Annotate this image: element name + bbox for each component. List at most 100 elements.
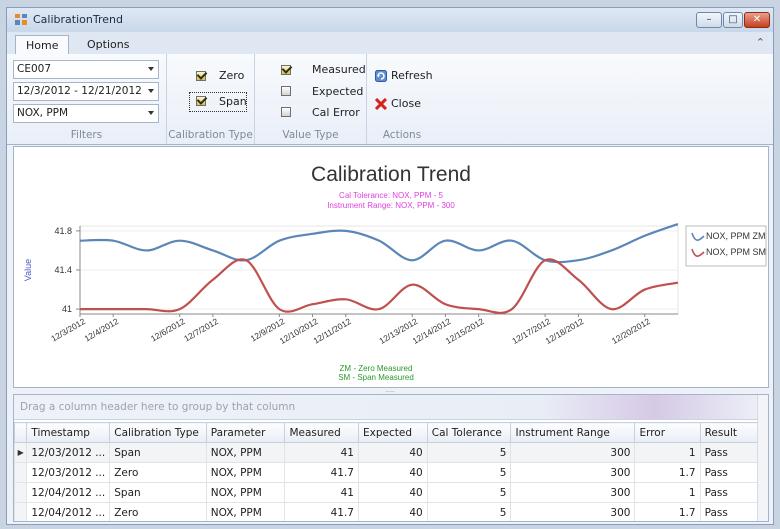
tab-home[interactable]: Home	[15, 35, 70, 54]
value-type-group: Measured Expected Cal Error Value Type	[255, 54, 367, 144]
close-x-icon	[375, 98, 387, 110]
table-cell: NOX, PPM	[205, 482, 286, 503]
table-cell: 5	[426, 462, 512, 483]
chart-title: Calibration Trend	[311, 163, 471, 186]
refresh-label: Refresh	[391, 69, 433, 82]
table-row[interactable]: 12/03/2012 ... Zero NOX, PPM 41.7 40 5 300 1.7 P…	[14, 462, 768, 483]
y-tick-label: 41	[62, 304, 72, 314]
close-window-button[interactable]: ✕	[744, 12, 770, 28]
cal-error-label: Cal Error	[312, 106, 360, 119]
date-range-combo[interactable]: 12/3/2012 - 12/21/2012	[13, 82, 159, 101]
close-button[interactable]: Close	[373, 96, 433, 112]
x-tick-label: 12/6/2012	[149, 316, 187, 344]
table-cell: 40	[358, 482, 428, 503]
measured-checkbox[interactable]	[281, 65, 291, 75]
column-header-cal-tolerance[interactable]: Cal Tolerance	[426, 422, 512, 443]
x-tick-label: 12/11/2012	[311, 316, 353, 346]
table-cell: 40	[358, 502, 428, 521]
chart-footnote: ZM - Zero Measured	[340, 364, 413, 373]
column-header-measured[interactable]: Measured	[284, 422, 359, 443]
grid-table: Timestamp Calibration Type Parameter Measur…	[14, 422, 768, 521]
filters-caption: Filters	[70, 129, 103, 141]
expected-label: Expected	[312, 85, 364, 98]
filters-group: CE007 12/3/2012 - 12/21/2012 NOX, PPM Fi…	[7, 54, 167, 144]
x-tick-label: 12/15/2012	[444, 316, 486, 346]
x-tick-label: 12/4/2012	[82, 316, 120, 344]
table-cell: 12/03/2012 ...	[26, 462, 111, 483]
calibration-type-caption: Calibration Type	[168, 129, 253, 141]
row-indicator-header	[14, 422, 28, 443]
table-cell: 1.7	[634, 462, 701, 483]
date-range-value: 12/3/2012 - 12/21/2012	[17, 85, 142, 97]
zero-label: Zero	[219, 69, 245, 82]
x-tick-label: 12/7/2012	[182, 316, 220, 344]
table-cell: 12/04/2012 ...	[26, 482, 111, 503]
chart-footnote: SM - Span Measured	[338, 373, 414, 382]
ribbon-tabs: Home Options ⌃	[7, 32, 773, 54]
table-cell: 300	[510, 442, 636, 463]
calibration-grid: Drag a column header here to group by th…	[13, 394, 769, 522]
table-row[interactable]: ▶ 12/03/2012 ... Span NOX, PPM 41 40 5 300 1 Pass	[14, 442, 768, 463]
row-indicator[interactable]	[14, 502, 28, 521]
row-indicator[interactable]	[14, 462, 28, 483]
column-header-error[interactable]: Error	[634, 422, 701, 443]
table-cell: 40	[358, 442, 428, 463]
row-indicator[interactable]: ▶	[14, 442, 28, 463]
table-cell: 300	[510, 482, 636, 503]
chart-subtitle: Instrument Range: NOX, PPM - 300	[327, 201, 455, 210]
table-cell: 41.7	[284, 502, 359, 521]
chart-svg: Calibration Trend Cal Tolerance: NOX, PPM…	[23, 163, 767, 382]
window-title: CalibrationTrend	[33, 13, 123, 26]
refresh-button[interactable]: Refresh	[373, 68, 433, 84]
table-cell: 40	[358, 462, 428, 483]
span-checkbox[interactable]	[196, 96, 206, 106]
x-tick-label: 12/3/2012	[49, 316, 87, 344]
unit-combo[interactable]: CE007	[13, 60, 159, 79]
parameter-combo[interactable]: NOX, PPM	[13, 104, 159, 123]
table-cell: 41	[284, 482, 359, 503]
x-tick-label: 12/18/2012	[543, 316, 585, 346]
maximize-icon: □	[728, 14, 738, 25]
parameter-value: NOX, PPM	[17, 107, 69, 119]
table-cell: 5	[426, 502, 512, 521]
close-label: Close	[391, 97, 421, 110]
tab-options[interactable]: Options	[77, 35, 139, 54]
table-cell: Zero	[109, 502, 207, 521]
table-cell: 1.7	[634, 502, 701, 521]
minimize-icon: –	[706, 14, 712, 25]
chart-subtitle: Cal Tolerance: NOX, PPM - 5	[339, 191, 443, 200]
actions-caption: Actions	[382, 129, 422, 141]
refresh-icon	[375, 70, 387, 82]
title-bar[interactable]: CalibrationTrend – □ ✕	[7, 8, 773, 32]
table-cell: 41	[284, 442, 359, 463]
cal-error-checkbox[interactable]	[281, 107, 291, 117]
app-icon	[15, 14, 27, 25]
table-cell: 1	[634, 482, 701, 503]
close-icon: ✕	[752, 14, 762, 25]
column-header-timestamp[interactable]: Timestamp	[26, 422, 111, 443]
table-cell: NOX, PPM	[205, 442, 286, 463]
value-type-caption: Value Type	[282, 129, 339, 141]
row-indicator[interactable]	[14, 482, 28, 503]
table-cell: Span	[109, 442, 207, 463]
ribbon: CE007 12/3/2012 - 12/21/2012 NOX, PPM Fi…	[7, 54, 773, 145]
calibration-type-group: Zero Span Calibration Type	[167, 54, 255, 144]
chevron-down-icon	[148, 89, 154, 93]
ribbon-collapse-icon[interactable]: ⌃	[756, 36, 765, 49]
table-row[interactable]: 12/04/2012 ... Zero NOX, PPM 41.7 40 5 300 1.7 P…	[14, 502, 768, 521]
column-header-calibration-type[interactable]: Calibration Type	[109, 422, 207, 443]
column-header-parameter[interactable]: Parameter	[205, 422, 286, 443]
expected-checkbox[interactable]	[281, 86, 291, 96]
maximize-button[interactable]: □	[723, 12, 743, 28]
column-header-expected[interactable]: Expected	[358, 422, 428, 443]
unit-value: CE007	[17, 63, 52, 75]
group-by-panel[interactable]: Drag a column header here to group by th…	[14, 395, 768, 420]
minimize-button[interactable]: –	[696, 12, 722, 28]
table-cell: NOX, PPM	[205, 462, 286, 483]
table-row[interactable]: 12/04/2012 ... Span NOX, PPM 41 40 5 300 1 Pass	[14, 482, 768, 503]
vertical-scrollbar[interactable]	[757, 395, 768, 521]
span-label: Span	[219, 95, 247, 108]
column-header-instrument-range[interactable]: Instrument Range	[510, 422, 636, 443]
actions-group: Refresh Close Actions	[367, 54, 437, 144]
zero-checkbox[interactable]	[196, 71, 206, 81]
